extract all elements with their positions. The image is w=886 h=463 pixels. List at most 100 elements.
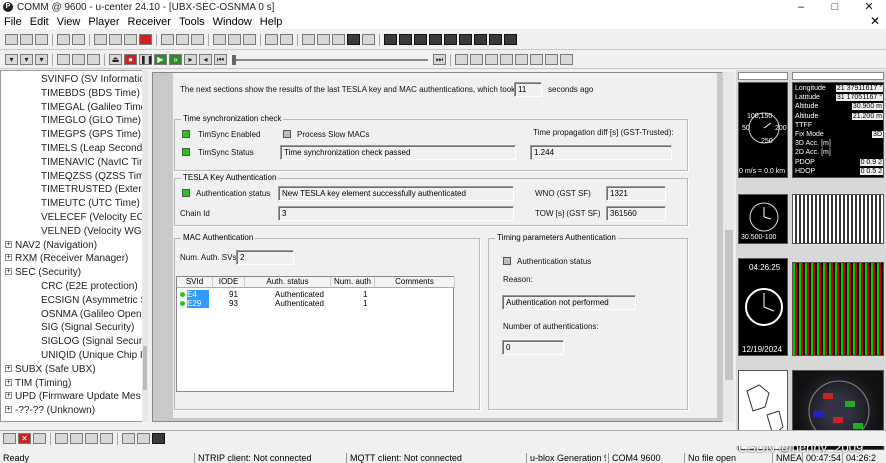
- record-log-icon[interactable]: [139, 34, 152, 45]
- tree-expand-icon[interactable]: +: [5, 364, 12, 372]
- view2-icon[interactable]: [228, 34, 241, 45]
- watch-view-icon[interactable]: [414, 34, 427, 45]
- compass-view-icon[interactable]: [399, 34, 412, 45]
- tree-item[interactable]: SIG (Signal Security): [41, 322, 134, 333]
- doc2-icon[interactable]: [70, 433, 83, 444]
- tree-expand-icon[interactable]: +: [5, 240, 12, 248]
- clock-view[interactable]: 04:26:25 12/19/2024: [738, 258, 788, 356]
- delete-icon[interactable]: ✕: [18, 433, 31, 444]
- docking2-icon[interactable]: [176, 34, 189, 45]
- tree-item[interactable]: SVINFO (SV Information: [41, 74, 147, 85]
- tree-item[interactable]: TIMEUTC (UTC Time): [41, 198, 140, 209]
- connection-icon[interactable]: ▾: [5, 54, 18, 65]
- tree-item[interactable]: TIMEGLO (GLO Time): [41, 115, 141, 126]
- tree-item[interactable]: SUBX (Safe UBX): [15, 364, 96, 375]
- tree-item[interactable]: TIM (Timing): [15, 378, 71, 389]
- close-button[interactable]: ✕: [852, 0, 886, 14]
- tree-item[interactable]: -??-?? (Unknown): [15, 405, 95, 416]
- sw-icon[interactable]: [485, 54, 498, 65]
- status-ntrip[interactable]: NTRIP client: Not connected: [194, 453, 326, 463]
- player-slider[interactable]: [232, 54, 428, 65]
- col-auth-status[interactable]: Auth. status: [245, 277, 331, 288]
- menu-receiver[interactable]: Receiver: [124, 16, 175, 28]
- record-icon[interactable]: ●: [124, 54, 137, 65]
- config-icon[interactable]: [530, 54, 543, 65]
- gear-icon[interactable]: [560, 54, 573, 65]
- status-mqtt[interactable]: MQTT client: Not connected: [346, 453, 524, 463]
- rewind-icon[interactable]: [72, 54, 85, 65]
- tree-expand-icon[interactable]: +: [5, 392, 12, 400]
- menu-tools[interactable]: Tools: [175, 16, 209, 28]
- step-back-icon[interactable]: ◂: [199, 54, 212, 65]
- col-svid[interactable]: SVId: [177, 277, 213, 288]
- histogram-icon[interactable]: [317, 34, 330, 45]
- tree-item[interactable]: NAV2 (Navigation): [15, 240, 97, 251]
- doc5-icon[interactable]: [122, 433, 135, 444]
- skip-back-icon[interactable]: ⏮: [214, 54, 227, 65]
- view-icon[interactable]: [213, 34, 226, 45]
- print-icon[interactable]: [57, 34, 70, 45]
- save-icon[interactable]: [35, 34, 48, 45]
- tree-item[interactable]: VELNED (Velocity WGS8: [41, 226, 147, 237]
- poll-icon[interactable]: [515, 54, 528, 65]
- settings-icon[interactable]: [545, 54, 558, 65]
- table-row[interactable]: E4 91 Authenticated 1: [177, 290, 455, 299]
- menu-window[interactable]: Window: [209, 16, 256, 28]
- tree-item[interactable]: RXM (Receiver Manager): [15, 253, 128, 264]
- baudrate-icon[interactable]: ▾: [20, 54, 33, 65]
- tree-item[interactable]: TIMEGAL (Galileo Time): [41, 102, 147, 113]
- tree-item[interactable]: SEC (Security): [15, 267, 81, 278]
- message-filter-icon[interactable]: [455, 54, 468, 65]
- statistics-icon[interactable]: [474, 34, 487, 45]
- doc-icon[interactable]: [55, 433, 68, 444]
- menu-file[interactable]: File: [0, 16, 26, 28]
- bar-chart-icon[interactable]: [332, 34, 345, 45]
- deviation-map-icon[interactable]: [347, 34, 360, 45]
- status-comm[interactable]: COM4 9600: [608, 453, 682, 463]
- pause-icon[interactable]: ❚❚: [139, 54, 153, 65]
- tree-expand-icon[interactable]: +: [5, 254, 12, 262]
- print-preview-icon[interactable]: [72, 34, 85, 45]
- menu-view[interactable]: View: [53, 16, 85, 28]
- tree-expand-icon[interactable]: +: [5, 406, 12, 414]
- menu-edit[interactable]: Edit: [26, 16, 53, 28]
- tree-item[interactable]: TIMENAVIC (NavIC Time: [41, 157, 147, 168]
- skip-forward-icon[interactable]: ⏭: [433, 54, 446, 65]
- tree-item[interactable]: CRC (E2E protection): [41, 281, 138, 292]
- tree-item[interactable]: UNIQID (Unique Chip ID: [41, 350, 147, 361]
- maximize-button[interactable]: □: [818, 0, 852, 14]
- fast-forward-icon[interactable]: »: [169, 54, 182, 65]
- pen-icon[interactable]: [57, 54, 70, 65]
- docking-icon[interactable]: [161, 34, 174, 45]
- table-view-icon[interactable]: [489, 34, 502, 45]
- open-folder-icon[interactable]: [20, 34, 33, 45]
- tree-item[interactable]: TIMETRUSTED (External: [41, 184, 147, 195]
- doc3-icon[interactable]: [85, 433, 98, 444]
- docking3-icon[interactable]: [191, 34, 204, 45]
- table-row[interactable]: E29 93 Authenticated 1: [177, 299, 455, 308]
- data-view-icon[interactable]: [384, 34, 397, 45]
- layout-icon[interactable]: [265, 34, 278, 45]
- list-icon[interactable]: [33, 433, 46, 444]
- mac-table[interactable]: SVId IODE Auth. status Num. auth Comment…: [176, 276, 455, 392]
- tree-item[interactable]: TIMEQZSS (QZSS Time): [41, 171, 147, 182]
- copy-icon[interactable]: [109, 34, 122, 45]
- mdi-close-icon[interactable]: ✕: [870, 14, 880, 28]
- altimeter-icon[interactable]: [444, 34, 457, 45]
- view3-icon[interactable]: [243, 34, 256, 45]
- message-icon[interactable]: [87, 54, 100, 65]
- level-view[interactable]: [792, 194, 884, 244]
- col-comments[interactable]: Comments: [375, 277, 455, 288]
- tree-item[interactable]: OSNMA (Galileo Open S: [41, 309, 147, 320]
- col-iode[interactable]: IODE: [213, 277, 245, 288]
- message-tree[interactable]: SVINFO (SV Information TIMEBDS (BDS Time)…: [0, 70, 148, 422]
- play-icon[interactable]: ▶: [154, 54, 167, 65]
- sky-view-icon[interactable]: [362, 34, 375, 45]
- tree-item[interactable]: TIMEBDS (BDS Time): [41, 88, 140, 99]
- lock-icon[interactable]: [3, 433, 16, 444]
- clock-icon[interactable]: [459, 34, 472, 45]
- tree-item[interactable]: UPD (Firmware Update Mes: [15, 391, 141, 402]
- new-file-icon[interactable]: [5, 34, 18, 45]
- watch-view[interactable]: 30.500-100: [738, 194, 788, 244]
- doc6-icon[interactable]: [137, 433, 150, 444]
